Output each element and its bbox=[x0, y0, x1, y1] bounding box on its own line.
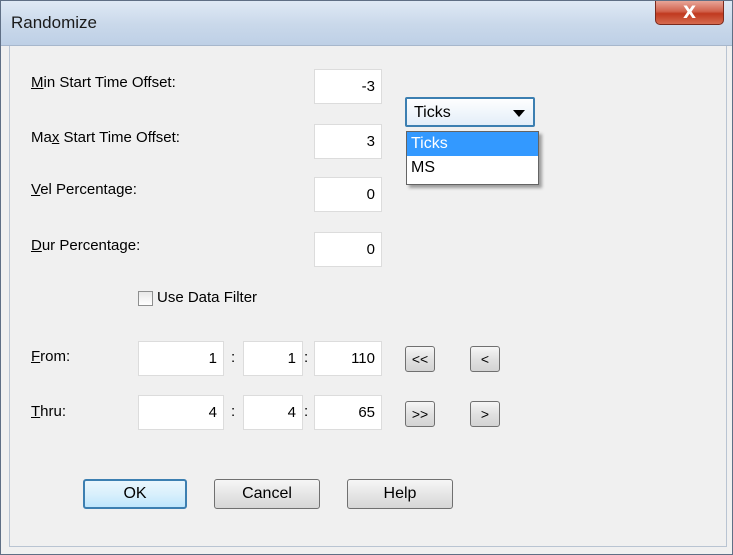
separator: : bbox=[231, 349, 236, 366]
units-dropdown-value: Ticks bbox=[414, 104, 451, 121]
thru-tick-input[interactable]: 65 bbox=[314, 395, 382, 430]
cancel-button-label: Cancel bbox=[242, 485, 292, 502]
thru-beat-input[interactable]: 4 bbox=[243, 395, 303, 430]
ok-button[interactable]: OK bbox=[83, 479, 187, 509]
dialog-title: Randomize bbox=[11, 13, 97, 32]
thru-last-button[interactable]: >> bbox=[405, 401, 435, 427]
vel-percentage-input[interactable]: 0 bbox=[314, 177, 382, 212]
chevron-down-icon[interactable] bbox=[513, 110, 525, 117]
units-dropdown-list: Ticks MS bbox=[406, 131, 539, 185]
from-first-button[interactable]: << bbox=[405, 346, 435, 372]
help-button[interactable]: Help bbox=[347, 479, 453, 509]
units-option-ticks[interactable]: Ticks bbox=[407, 132, 538, 156]
close-icon: X bbox=[682, 2, 697, 23]
thru-label: Thru: bbox=[31, 403, 67, 420]
ok-button-label: OK bbox=[123, 485, 147, 502]
separator: : bbox=[304, 403, 309, 420]
dur-percentage-label: Dur Percentage: bbox=[31, 237, 141, 254]
from-beat-input[interactable]: 1 bbox=[243, 341, 303, 376]
separator: : bbox=[231, 403, 236, 420]
randomize-dialog: Randomize X Min Start Time Offset: -3 Ma… bbox=[0, 0, 733, 555]
close-button[interactable]: X bbox=[655, 1, 724, 25]
separator: : bbox=[304, 349, 309, 366]
from-tick-input[interactable]: 110 bbox=[314, 341, 382, 376]
units-option-ms[interactable]: MS bbox=[407, 156, 538, 180]
vel-percentage-label: Vel Percentage: bbox=[31, 181, 137, 198]
use-data-filter-checkbox[interactable] bbox=[138, 291, 153, 306]
min-start-time-offset-input[interactable]: -3 bbox=[314, 69, 382, 104]
thru-next-button[interactable]: > bbox=[470, 401, 500, 427]
cancel-button[interactable]: Cancel bbox=[214, 479, 320, 509]
dialog-body bbox=[9, 46, 727, 547]
min-start-time-offset-label: Min Start Time Offset: bbox=[31, 74, 176, 91]
title-bar[interactable]: Randomize X bbox=[1, 1, 732, 46]
from-label: From: bbox=[31, 348, 71, 365]
from-previous-button[interactable]: < bbox=[470, 346, 500, 372]
max-start-time-offset-input[interactable]: 3 bbox=[314, 124, 382, 159]
units-dropdown[interactable]: Ticks bbox=[405, 97, 535, 127]
use-data-filter-label[interactable]: Use Data Filter bbox=[157, 289, 257, 306]
help-button-label: Help bbox=[383, 485, 417, 502]
max-start-time-offset-label: Max Start Time Offset: bbox=[31, 129, 180, 146]
thru-measure-input[interactable]: 4 bbox=[138, 395, 224, 430]
dur-percentage-input[interactable]: 0 bbox=[314, 232, 382, 267]
from-measure-input[interactable]: 1 bbox=[138, 341, 224, 376]
